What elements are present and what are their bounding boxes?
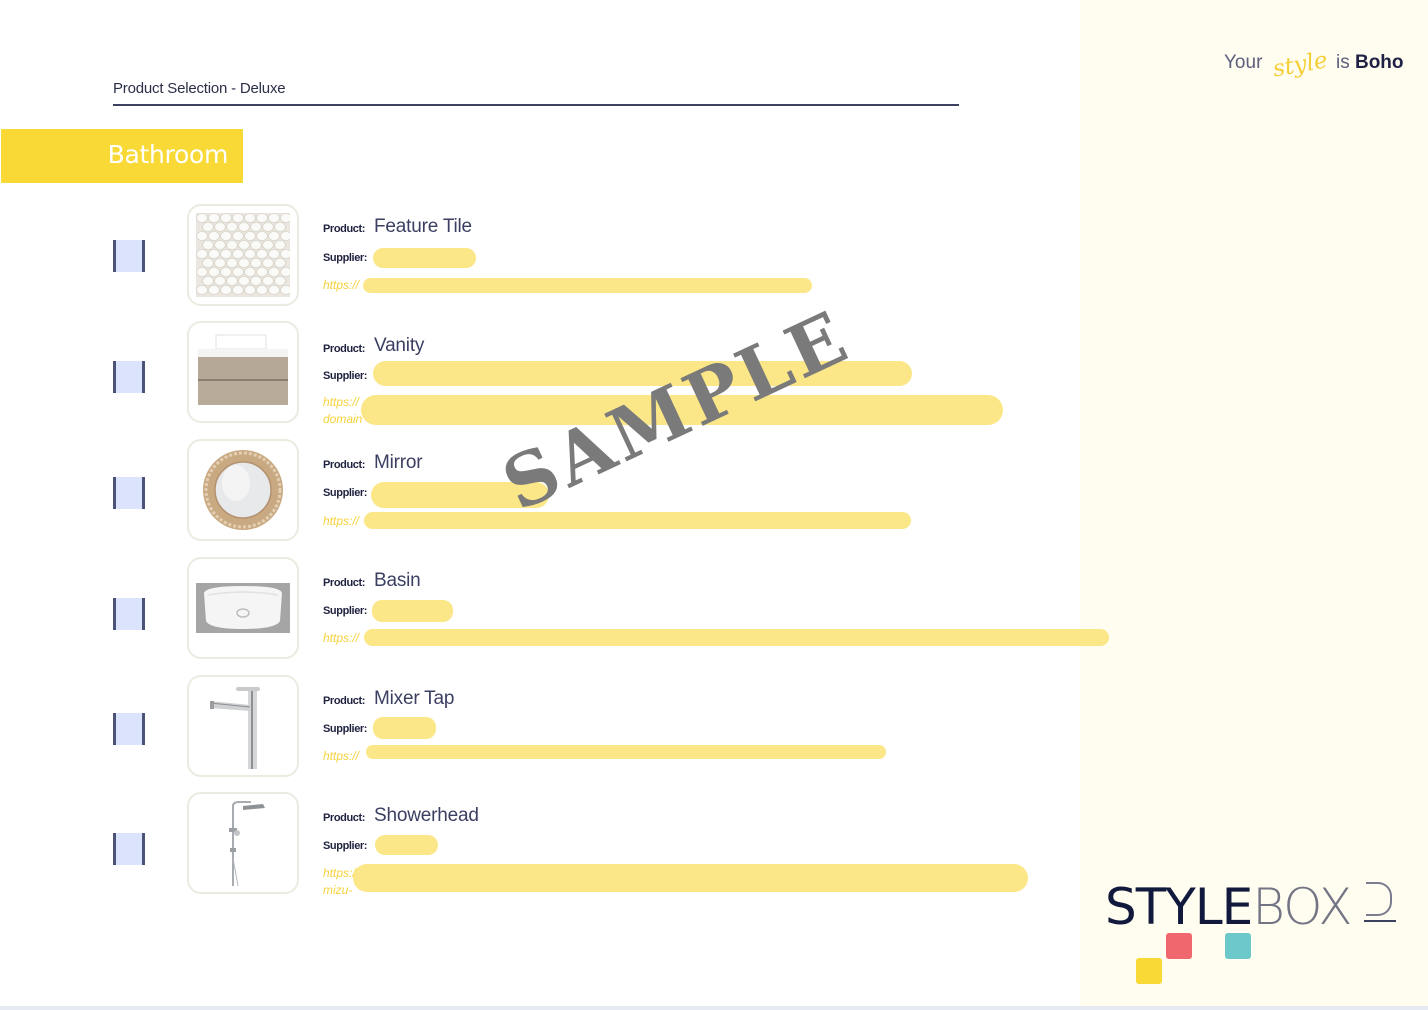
logo-yellow-square-icon [1136,958,1162,984]
url-continuation: domain [323,412,363,426]
product-checkbox[interactable] [113,361,145,393]
product-thumbnail [187,204,299,306]
url-redaction [364,512,911,529]
hexagon-tile-image [196,213,290,297]
supplier-redaction [373,717,436,739]
shower-rail-image [229,801,265,887]
product-thumbnail [187,439,299,541]
url-redaction [363,278,812,293]
logo-text-box: BOX [1252,878,1352,936]
product-row: Product: Basin Supplier: https:// [0,557,1109,667]
supplier-redaction [372,600,453,622]
header-divider [113,104,959,106]
supplier-redaction [373,248,476,268]
product-row: Product: Feature Tile Supplier: https:// [0,203,1100,313]
supplier-label: Supplier: [323,605,368,617]
product-label: Product: [323,577,366,589]
product-checkbox[interactable] [113,713,145,745]
page-title: Product Selection - Deluxe [113,80,286,97]
vanity-cabinet-image [198,334,288,405]
supplier-redaction [371,482,549,508]
product-label: Product: [323,459,366,471]
product-label: Product: [323,343,366,355]
logo-text-style: STYLE [1105,878,1253,936]
tagline-style-name: Boho [1354,52,1404,73]
url-redaction [353,864,1028,892]
supplier-redaction [373,361,912,386]
url-prefix: https:// [323,749,360,763]
product-thumbnail [187,321,299,423]
category-banner: Bathroom [1,129,243,183]
logo-underline [1364,920,1396,922]
product-checkbox[interactable] [113,598,145,630]
product-checkbox[interactable] [113,833,145,865]
round-rattan-mirror-image [203,450,283,530]
side-panel [1080,0,1428,1006]
url-prefix: https:// [323,278,360,292]
url-redaction [361,395,1003,425]
product-thumbnail [187,792,299,894]
product-row: Product: Showerhead Supplier: https:// m… [0,792,1100,902]
url-prefix: https:// [323,514,360,528]
category-label: Bathroom [107,140,229,169]
supplier-label: Supplier: [323,840,368,852]
product-label: Product: [323,695,366,707]
tagline-prefix: Your [1224,52,1263,73]
stylebox-logo: STYLEBOX [1105,878,1353,936]
product-label: Product: [323,812,366,824]
bottom-strip [0,1006,1428,1010]
logo-id-mark-icon [1366,882,1392,916]
supplier-redaction [375,835,438,855]
url-continuation: mizu- [323,883,353,897]
url-redaction [364,629,1109,646]
product-label: Product: [323,223,366,235]
product-name: Showerhead [374,805,479,826]
product-name: Mixer Tap [374,688,455,709]
logo-red-square-icon [1166,933,1192,959]
product-name: Vanity [374,335,425,356]
product-row: Product: Vanity Supplier: https:// domai… [0,321,1100,431]
supplier-label: Supplier: [323,252,368,264]
product-row: Product: Mirror Supplier: https:// [0,439,1100,549]
supplier-label: Supplier: [323,487,368,499]
logo-teal-square-icon [1225,933,1251,959]
product-thumbnail [187,675,299,777]
product-selection-page: Product Selection - Deluxe Bathroom Your… [0,0,1428,1010]
supplier-label: Supplier: [323,723,368,735]
product-row: Product: Mixer Tap Supplier: https:// [0,675,1100,785]
product-name: Mirror [374,452,423,473]
url-prefix: https:// [323,395,360,409]
product-checkbox[interactable] [113,477,145,509]
product-name: Feature Tile [374,216,472,237]
product-checkbox[interactable] [113,240,145,272]
url-redaction [366,745,886,759]
product-name: Basin [374,570,421,591]
product-thumbnail [187,557,299,659]
style-tagline: Your style is Boho [1224,47,1404,82]
url-prefix: https:// [323,631,360,645]
tall-mixer-tap-image [209,687,260,769]
supplier-label: Supplier: [323,370,368,382]
vessel-basin-image [196,583,290,633]
tagline-middle: is [1335,52,1350,73]
